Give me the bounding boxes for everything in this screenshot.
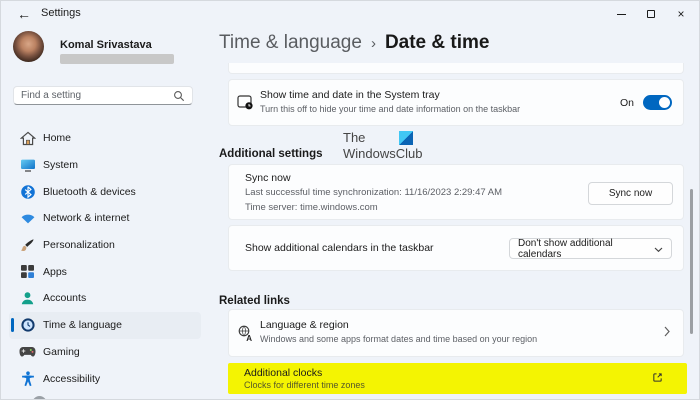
system-tray-card: Show time and date in the System tray Tu… [228, 79, 684, 126]
back-button[interactable]: ← [13, 4, 35, 24]
accounts-icon [19, 290, 36, 307]
partial-card [228, 63, 684, 74]
accessibility-icon [19, 370, 36, 387]
language-region-icon: A [236, 324, 254, 342]
sidebar-nav: Home System Bluetooth & devices Network … [1, 125, 211, 392]
tray-card-title: Show time and date in the System tray [260, 89, 440, 101]
network-icon [19, 210, 36, 227]
sidebar-item-label: Accessibility [43, 373, 100, 385]
avatar[interactable] [13, 31, 44, 62]
search-input[interactable]: Find a setting [13, 86, 193, 105]
external-link-icon [652, 370, 663, 388]
sync-card: Sync now Last successful time synchroniz… [228, 164, 684, 220]
close-button[interactable]: × [666, 4, 696, 24]
sidebar-item-partial-icon [32, 396, 47, 400]
bluetooth-icon [19, 183, 36, 200]
calendars-dropdown-value: Don't show additional calendars [518, 238, 654, 260]
sync-title: Sync now [245, 172, 291, 184]
sidebar-item-label: System [43, 159, 78, 171]
search-icon [173, 90, 185, 102]
language-region-subtitle: Windows and some apps format dates and t… [260, 334, 537, 344]
window-title: Settings [41, 7, 81, 19]
watermark-line1: The [343, 130, 365, 145]
gaming-icon [19, 343, 36, 360]
toggle-knob [659, 97, 670, 108]
calendars-card: Show additional calendars in the taskbar… [228, 225, 684, 271]
search-placeholder: Find a setting [21, 90, 173, 101]
language-region-card[interactable]: A Language & region Windows and some app… [228, 309, 684, 357]
maximize-button[interactable] [636, 4, 666, 24]
sidebar-item-label: Time & language [43, 319, 122, 331]
sidebar-item-accounts[interactable]: Accounts [9, 285, 201, 312]
tray-toggle-group: On [620, 80, 672, 125]
user-email-redacted [60, 54, 174, 64]
chevron-down-icon [654, 240, 663, 258]
language-region-title: Language & region [260, 319, 349, 331]
calendars-dropdown[interactable]: Don't show additional calendars [509, 238, 672, 259]
sidebar-item-accessibility[interactable]: Accessibility [9, 365, 201, 392]
additional-clocks-title: Additional clocks [244, 367, 322, 379]
sidebar-item-time-language[interactable]: Time & language [9, 312, 201, 339]
personalization-icon [19, 237, 36, 254]
toggle-state-label: On [620, 97, 634, 109]
breadcrumb-parent[interactable]: Time & language [219, 32, 362, 54]
related-links-heading: Related links [219, 295, 290, 307]
apps-icon [19, 263, 36, 280]
additional-clocks-card[interactable]: Additional clocks Clocks for different t… [228, 363, 687, 394]
sidebar-item-system[interactable]: System [9, 152, 201, 179]
sidebar-item-label: Apps [43, 266, 67, 278]
system-tray-clock-icon [236, 94, 254, 112]
sidebar-item-label: Accounts [43, 292, 86, 304]
sidebar-item-label: Personalization [43, 239, 115, 251]
sidebar-item-apps[interactable]: Apps [9, 258, 201, 285]
svg-text:A: A [246, 334, 252, 342]
window-controls: × [606, 4, 696, 24]
sync-server-line: Time server: time.windows.com [245, 202, 378, 213]
sidebar-item-gaming[interactable]: Gaming [9, 339, 201, 366]
sidebar-item-network[interactable]: Network & internet [9, 205, 201, 232]
minimize-button[interactable] [606, 4, 636, 24]
tray-toggle[interactable] [643, 95, 672, 110]
calendars-label: Show additional calendars in the taskbar [245, 242, 434, 254]
page-title: Date & time [385, 32, 490, 54]
sidebar-item-label: Bluetooth & devices [43, 186, 136, 198]
sync-now-button[interactable]: Sync now [588, 182, 673, 205]
user-name: Komal Srivastava [60, 39, 152, 51]
time-language-icon [19, 317, 36, 334]
tray-card-subtitle: Turn this off to hide your time and date… [260, 104, 520, 114]
scrollbar-thumb[interactable] [690, 189, 693, 334]
home-icon [19, 130, 36, 147]
additional-clocks-subtitle: Clocks for different time zones [244, 380, 365, 390]
watermark-line2: WindowsClub [343, 146, 422, 161]
sidebar-item-label: Network & internet [43, 212, 129, 224]
breadcrumb-separator-icon: › [371, 35, 376, 52]
sync-last-line: Last successful time synchronization: 11… [245, 187, 502, 198]
system-icon [19, 157, 36, 174]
maximize-icon [647, 10, 655, 18]
windowsclub-logo-icon [399, 131, 413, 145]
breadcrumb: Time & language › Date & time [219, 32, 489, 54]
windowsclub-watermark: The WindowsClub [343, 130, 422, 162]
minimize-icon [617, 14, 626, 15]
additional-settings-heading: Additional settings [219, 148, 323, 160]
sidebar-item-bluetooth[interactable]: Bluetooth & devices [9, 178, 201, 205]
settings-window: ← Settings × Komal Srivastava Find a set… [0, 0, 700, 400]
chevron-right-icon [664, 324, 670, 342]
sidebar-item-home[interactable]: Home [9, 125, 201, 152]
sidebar-item-label: Home [43, 132, 71, 144]
close-icon: × [677, 8, 684, 20]
sidebar-item-label: Gaming [43, 346, 80, 358]
sidebar-item-personalization[interactable]: Personalization [9, 232, 201, 259]
